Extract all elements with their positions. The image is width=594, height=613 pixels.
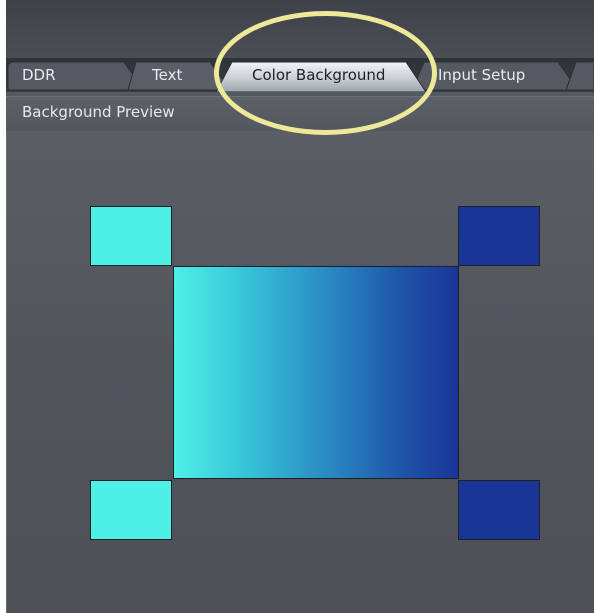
tab-text[interactable]: Text xyxy=(152,64,182,86)
gradient-preview xyxy=(173,266,459,479)
panel-title: Background Preview xyxy=(22,103,175,121)
tab-input-setup[interactable]: Input Setup xyxy=(438,64,525,86)
top-right-color-swatch[interactable] xyxy=(458,206,540,266)
app-window: DDR Text Color Background Input Setup Ba… xyxy=(6,0,594,613)
tab-color-background[interactable]: Color Background xyxy=(252,64,385,86)
top-left-color-swatch[interactable] xyxy=(90,206,172,266)
bottom-left-color-swatch[interactable] xyxy=(90,480,172,540)
bottom-right-color-swatch[interactable] xyxy=(458,480,540,540)
tab-ddr[interactable]: DDR xyxy=(22,64,56,86)
title-strip xyxy=(6,0,594,58)
panel-header: Background Preview xyxy=(6,96,594,131)
tab-overflow-shape[interactable] xyxy=(565,61,594,91)
